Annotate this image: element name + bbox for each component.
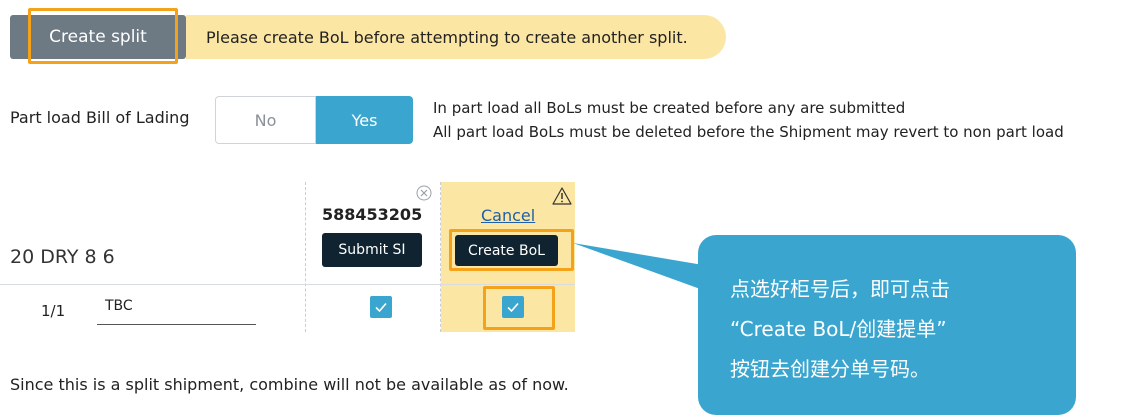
submit-si-button[interactable]: Submit SI [322, 233, 422, 267]
container-type-label: 20 DRY 8 6 [10, 246, 115, 268]
split-footer-note: Since this is a split shipment, combine … [10, 375, 569, 394]
shipment-number: 588453205 [322, 205, 423, 224]
table-header-divider [0, 284, 575, 285]
part-load-label: Part load Bill of Lading [10, 108, 190, 127]
row-value-underline [97, 324, 256, 325]
column-divider [305, 182, 306, 332]
part-load-info: In part load all BoLs must be created be… [433, 96, 1064, 144]
callout-line-2: “Create BoL/创建提单” [730, 317, 947, 341]
part-load-yes-toggle[interactable]: Yes [316, 96, 413, 144]
part-load-info-line-1: In part load all BoLs must be created be… [433, 99, 906, 117]
checkmark-icon [375, 302, 387, 313]
instruction-callout: 点选好柜号后，即可点击 “Create BoL/创建提单” 按钮去创建分单号码。 [698, 235, 1076, 415]
cancel-link[interactable]: Cancel [481, 206, 535, 225]
close-icon[interactable] [416, 185, 432, 201]
warning-banner: Please create BoL before attempting to c… [186, 15, 726, 59]
callout-line-3: 按钮去创建分单号码。 [730, 357, 930, 381]
row-index: 1/1 [41, 302, 66, 320]
warning-banner-text: Please create BoL before attempting to c… [206, 27, 688, 47]
callout-line-1: 点选好柜号后，即可点击 [730, 277, 950, 301]
column-divider [440, 182, 441, 332]
row-value: TBC [105, 298, 133, 314]
callout-pointer [573, 243, 703, 290]
create-split-highlight [28, 8, 178, 64]
warning-icon [552, 187, 572, 205]
checkbox-highlight [483, 286, 555, 330]
create-bol-highlight [449, 229, 574, 271]
part-load-info-line-2: All part load BoLs must be deleted befor… [433, 123, 1064, 141]
part-load-no-toggle[interactable]: No [215, 96, 316, 144]
submit-si-checkbox[interactable] [370, 296, 392, 318]
